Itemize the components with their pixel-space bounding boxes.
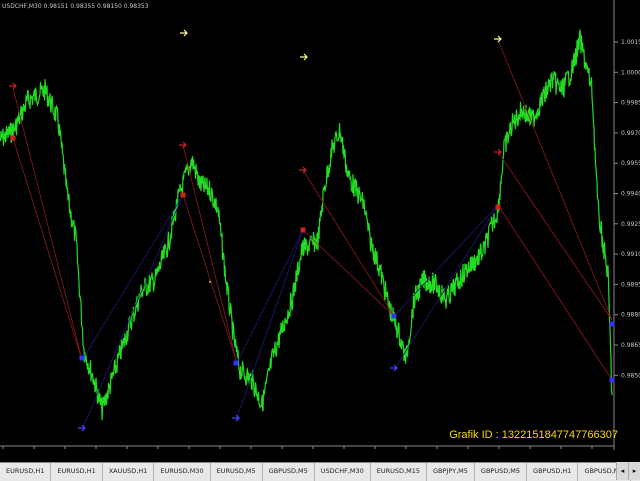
chart-bottom-gap (0, 450, 640, 462)
price-tick-label: 0.99705 (621, 130, 640, 137)
chart-tab[interactable]: EURUSD,M30 (154, 463, 211, 481)
chart-tab[interactable]: EURUSD,M15 (371, 463, 428, 481)
sell-marker (495, 204, 501, 210)
buy-marker (233, 360, 239, 366)
price-tick-label: 0.98505 (621, 372, 640, 379)
scroll-left-icon[interactable]: ◂ (616, 462, 628, 480)
price-tick-label: 0.98955 (621, 281, 640, 288)
price-tick-label: 0.98655 (621, 342, 640, 349)
sell-signal-line (497, 151, 613, 321)
grafik-id-label: Grafik ID : 1322151847747766307 (449, 429, 618, 441)
chart-tab-bar: EURUSD,H1 EURUSD,H1 XAUUSD,H1 EURUSD,M30 EUR… (0, 462, 640, 481)
chart-area[interactable]: 1.00155 1.00005 0.99855 0.99705 0.99555 0.994… (0, 0, 640, 450)
chart-tab[interactable]: EURUSD,H1 (51, 463, 103, 481)
small-dot (209, 281, 211, 283)
price-tick-label: 1.00155 (621, 39, 640, 46)
buy-signal-line (81, 194, 184, 431)
price-tick-label: 1.00005 (621, 69, 640, 76)
chart-tab[interactable]: GBPUSD,H1 (527, 463, 579, 481)
chart-tab[interactable]: GBPUSD,M5 (475, 463, 528, 481)
buy-signal-line (235, 229, 304, 421)
chart-tab[interactable]: EURUSD,M5 (211, 463, 263, 481)
sell-arrow-icon (179, 141, 187, 149)
scroll-right-icon[interactable]: ▸ (628, 462, 640, 480)
yellow-arrow-icon (300, 53, 308, 61)
yellow-arrow-icon (180, 29, 188, 37)
chart-tab[interactable]: GBPUSD,M5 (263, 463, 315, 481)
price-line (0, 29, 613, 421)
buy-marker (609, 377, 615, 383)
sell-marker (10, 135, 16, 141)
buy-marker (391, 313, 397, 319)
sell-marker (300, 227, 306, 233)
symbol-info-header: USDCHF,M30 0.98151 0.98355 0.98150 0.983… (2, 3, 149, 10)
chart-tab[interactable]: USDCHF,M30 (315, 463, 371, 481)
chart-tab[interactable]: GBPJPY,M5 (427, 463, 475, 481)
price-chart[interactable]: 1.00155 1.00005 0.99855 0.99705 0.99555 0.994… (0, 0, 640, 450)
price-tick-label: 0.99555 (621, 160, 640, 167)
price-tick-label: 0.99855 (621, 100, 640, 107)
price-tick-label: 0.98805 (621, 312, 640, 319)
sell-arrow-icon (9, 82, 17, 90)
buy-signal-line (393, 204, 499, 371)
sell-signal-line (497, 204, 613, 381)
buy-arrow-icon (390, 364, 398, 372)
buy-marker (609, 321, 615, 327)
price-tick-label: 0.99255 (621, 221, 640, 228)
price-tick-label: 0.99105 (621, 251, 640, 258)
sell-signal-line (12, 137, 83, 361)
chart-tab[interactable]: EURUSD,H1 (0, 463, 52, 481)
buy-arrow-icon (232, 414, 240, 422)
buy-signal-line (81, 194, 184, 361)
tab-scroll-buttons[interactable]: ◂ ▸ (616, 462, 640, 480)
sell-signal-line (497, 39, 613, 321)
sell-signal-line (182, 194, 237, 361)
sell-arrow-icon (494, 148, 502, 156)
yellow-arrow-icon (494, 35, 502, 43)
sell-marker (180, 192, 186, 198)
chart-tab[interactable]: XAUUSD,H1 (103, 463, 155, 481)
sell-signal-line (182, 144, 237, 361)
sell-arrow-icon (299, 166, 307, 174)
buy-marker (79, 355, 85, 361)
price-tick-label: 0.99405 (621, 191, 640, 198)
